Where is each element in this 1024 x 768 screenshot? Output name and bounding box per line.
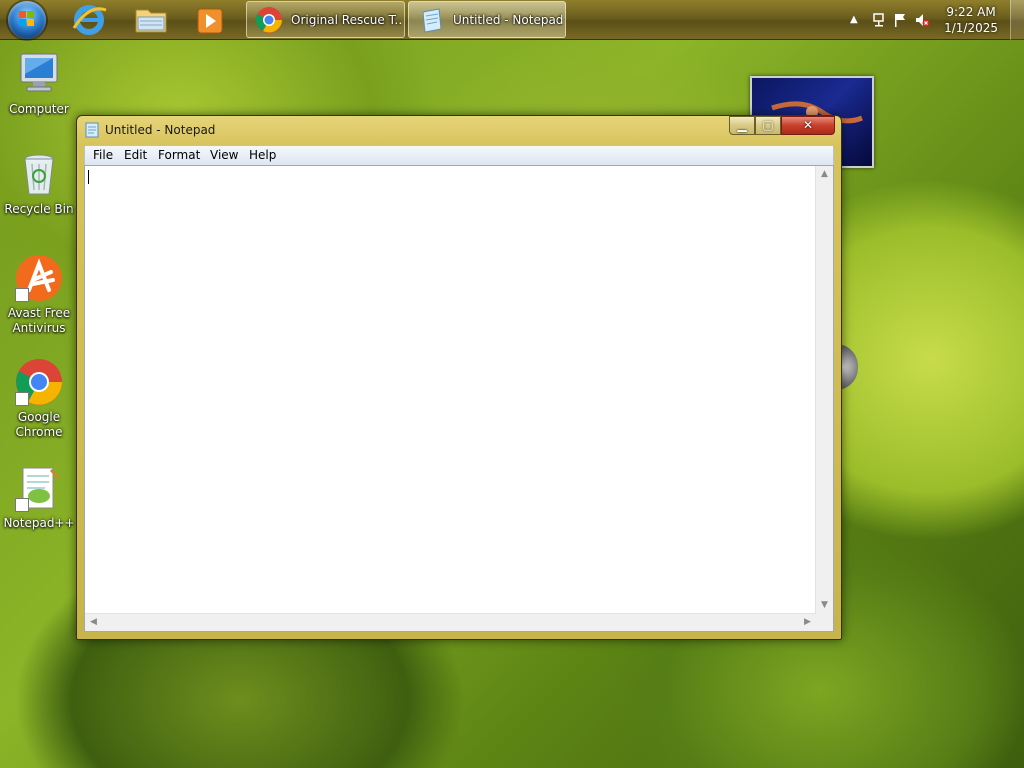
avast-icon — [15, 254, 63, 302]
start-button[interactable] — [8, 1, 46, 39]
taskbar-pin-media-player[interactable] — [184, 2, 238, 38]
notepadpp-icon — [15, 464, 63, 512]
taskbar-task-chrome[interactable]: Original Rescue T... — [246, 1, 405, 38]
vertical-scrollbar[interactable]: ▲ ▼ — [815, 166, 833, 614]
clock-time: 9:22 AM — [946, 5, 996, 19]
taskbar-pin-windows-explorer[interactable] — [124, 2, 178, 38]
menu-view[interactable]: View — [206, 148, 242, 162]
scroll-right-icon[interactable]: ▶ — [799, 614, 816, 631]
scroll-down-icon[interactable]: ▼ — [816, 597, 833, 614]
clock-date: 1/1/2025 — [944, 21, 998, 35]
desktop-icon-label: Avast Free Antivirus — [7, 306, 71, 335]
menu-edit[interactable]: Edit — [120, 148, 151, 162]
computer-icon — [15, 50, 63, 98]
chrome-icon — [255, 7, 282, 33]
notepad-icon — [85, 122, 99, 138]
shortcut-arrow-icon — [15, 288, 29, 302]
task-label: Untitled - Notepad — [453, 13, 563, 27]
task-label: Original Rescue T... — [291, 13, 401, 27]
minimize-button[interactable]: ▁ — [729, 116, 755, 135]
notepad-icon — [422, 8, 442, 33]
shortcut-arrow-icon — [15, 392, 29, 406]
scroll-left-icon[interactable]: ◀ — [85, 614, 102, 631]
volume-muted-icon[interactable] — [914, 12, 930, 28]
recycle-bin-icon — [15, 150, 63, 198]
window-title: Untitled - Notepad — [105, 123, 216, 137]
menu-format[interactable]: Format — [154, 148, 204, 162]
show-hidden-icons-arrow[interactable]: ▲ — [850, 12, 866, 28]
desktop-icon-google-chrome[interactable]: Google Chrome — [1, 358, 77, 440]
clock[interactable]: 9:22 AM 1/1/2025 — [944, 4, 998, 36]
scroll-up-icon[interactable]: ▲ — [816, 166, 833, 183]
taskbar-pin-internet-explorer[interactable] — [62, 2, 116, 38]
internet-explorer-icon — [72, 5, 107, 35]
close-button[interactable]: ✕ — [781, 116, 835, 135]
desktop-icon-label: Computer — [9, 102, 69, 116]
folder-explorer-icon — [135, 9, 167, 33]
resize-grip-icon[interactable] — [816, 614, 833, 631]
horizontal-scrollbar[interactable]: ◀ ▶ — [85, 613, 816, 631]
windows-logo-icon — [19, 11, 35, 27]
menu-bar: File Edit Format View Help — [84, 145, 834, 165]
menu-help[interactable]: Help — [245, 148, 280, 162]
media-player-icon — [197, 8, 223, 34]
show-desktop-button[interactable] — [1010, 0, 1024, 40]
desktop-icon-avast[interactable]: Avast Free Antivirus — [1, 254, 77, 336]
desktop-icon-computer[interactable]: Computer — [1, 50, 77, 117]
chrome-icon — [15, 358, 63, 406]
text-caret — [88, 170, 89, 184]
taskbar-task-notepad[interactable]: Untitled - Notepad — [408, 1, 566, 38]
maximize-icon: ▢ — [762, 118, 774, 132]
maximize-button[interactable]: ▢ — [755, 116, 781, 135]
desktop-icon-notepadpp[interactable]: Notepad++ — [1, 464, 77, 531]
notepad-window: Untitled - Notepad ▁ ▢ ✕ File Edit Forma… — [76, 115, 842, 640]
desktop-icon-label: Recycle Bin — [4, 202, 74, 216]
minimize-icon: ▁ — [737, 118, 747, 132]
text-editor-area[interactable]: ▲ ▼ ◀ ▶ — [84, 165, 834, 632]
network-icon[interactable] — [872, 12, 888, 28]
taskbar: Original Rescue T... Untitled - Notepad … — [0, 0, 1024, 40]
action-center-flag-icon[interactable] — [892, 12, 908, 28]
desktop-icon-label: Google Chrome — [15, 410, 63, 439]
shortcut-arrow-icon — [15, 498, 29, 512]
system-tray: ▲ 9:22 AM 1/1/2025 — [834, 0, 1024, 40]
desktop-icon-label: Notepad++ — [3, 516, 75, 530]
menu-file[interactable]: File — [89, 148, 117, 162]
desktop-icon-recycle-bin[interactable]: Recycle Bin — [1, 150, 77, 217]
close-icon: ✕ — [802, 118, 814, 132]
window-titlebar[interactable]: Untitled - Notepad ▁ ▢ ✕ — [77, 116, 841, 144]
